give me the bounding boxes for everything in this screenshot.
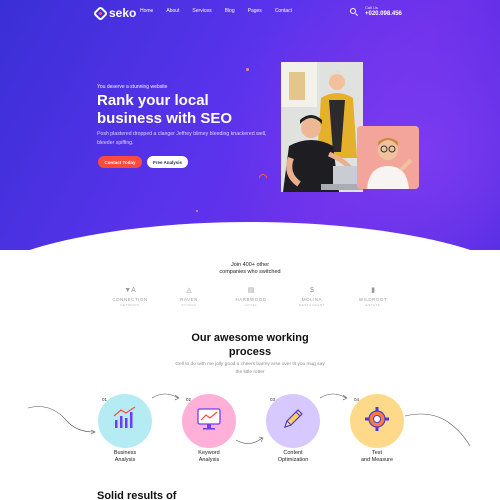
step-label-line-2: and Measure — [360, 457, 394, 463]
brand-mark-icon: ▤ — [247, 287, 255, 294]
bar-chart-icon — [113, 406, 136, 428]
process-title: Our awesome working process — [170, 331, 330, 359]
free-analysis-button[interactable]: Free Analysis — [147, 156, 188, 168]
logo-icon — [92, 5, 109, 21]
brand-logo: $ MOLINA RESTAURANT — [282, 287, 342, 307]
step-label: Business Analysis — [95, 450, 155, 464]
trust-heading: Join 400+ other companies who switched — [200, 262, 300, 276]
brand-name: CONNECTION — [112, 297, 148, 302]
top-nav: seko Home About Services Blog Pages Cont… — [0, 0, 500, 26]
phone-number[interactable]: +020.098.456 — [365, 11, 402, 17]
hero-eyebrow: You deserve a stunning website — [97, 84, 168, 90]
call-us[interactable]: Call Us +020.098.456 — [365, 5, 402, 17]
step-label-line-1: Keyword — [198, 450, 220, 456]
pencil-icon — [284, 409, 303, 428]
nav-link-about[interactable]: About — [166, 8, 179, 14]
brand-tag: NETWORK — [120, 303, 140, 307]
brand-logo: ◬ RAVEN STUDIO — [159, 287, 219, 307]
trust-line-1: Join 400+ other — [230, 262, 270, 268]
logo-text: seko — [109, 6, 137, 20]
brand-logo: ▼A CONNECTION NETWORK — [100, 287, 160, 307]
brand-tag: HOTEL — [244, 303, 258, 307]
brand-mark-icon: $ — [310, 287, 314, 294]
contact-today-button[interactable]: Contact Today — [98, 156, 142, 168]
step-label-line-2: Analysis — [114, 457, 136, 463]
brand-name: WILDROOT — [358, 297, 388, 302]
brand-logo: ▤ HARBWOOD HOTEL — [221, 287, 281, 307]
step-label-line-1: Test — [371, 450, 383, 456]
brand-mark-icon: ▼A — [124, 287, 136, 294]
headline-line-1: Rank your local — [97, 92, 209, 109]
brand-tag: ESTATE — [365, 303, 381, 307]
brand-mark-icon: ▮ — [371, 287, 375, 294]
logo[interactable]: seko — [92, 5, 137, 21]
decor-dot — [196, 210, 198, 212]
step-number: 04 — [354, 397, 360, 402]
hero-photo — [281, 62, 363, 192]
process-connectors — [27, 393, 471, 447]
headline-line-2: business with SEO — [97, 109, 233, 127]
step-number: 03 — [270, 397, 276, 402]
brand-name: MOLINA — [301, 297, 323, 302]
brand-tag: RESTAURANT — [298, 303, 326, 307]
brand-tag: STUDIO — [181, 303, 197, 307]
brand-name: HARBWOOD — [235, 297, 267, 302]
hero-subtext: Posh plastered dropped a clanger Jeffrey… — [97, 131, 267, 146]
step-label: Content Optimization — [263, 450, 323, 464]
gear-icon — [365, 407, 389, 431]
nav-link-home[interactable]: Home — [140, 8, 153, 14]
step-label-line-1: Content — [283, 450, 303, 456]
team-member-photo — [357, 126, 419, 189]
process-title-line-2: process — [228, 346, 272, 358]
hero-headline: Rank your local business with SEO — [97, 92, 277, 127]
page: seko Home About Services Blog Pages Cont… — [0, 0, 500, 500]
step-number: 02 — [186, 397, 192, 402]
search-icon[interactable] — [350, 8, 356, 14]
nav-links: Home About Services Blog Pages Contact — [140, 8, 305, 14]
step-label: Keyword Analysis — [179, 450, 239, 464]
trust-line-2: companies who switched — [219, 269, 281, 275]
step-label-line-2: Analysis — [198, 457, 220, 463]
monitor-chart-icon — [197, 408, 221, 430]
process-title-line-1: Our awesome working — [191, 332, 309, 344]
step-label-line-2: Optimization — [277, 457, 309, 463]
process-subtitle: Gell to do with me jolly good a cheers b… — [175, 362, 325, 375]
step-label: Test and Measure — [347, 450, 407, 464]
step-label-line-1: Business — [113, 450, 137, 456]
nav-link-services[interactable]: Services — [192, 8, 211, 14]
decor-ring — [257, 172, 269, 184]
results-title: Solid results of — [97, 490, 177, 500]
brand-mark-icon: ◬ — [186, 287, 192, 294]
brand-name: RAVEN — [180, 297, 198, 302]
nav-link-pages[interactable]: Pages — [248, 8, 262, 14]
step-number: 01 — [102, 397, 108, 402]
call-label: Call Us — [365, 5, 378, 10]
decor-dot — [246, 68, 249, 71]
brand-logo: ▮ WILDROOT ESTATE — [343, 287, 403, 307]
nav-link-blog[interactable]: Blog — [225, 8, 235, 14]
nav-link-contact[interactable]: Contact — [275, 8, 292, 14]
